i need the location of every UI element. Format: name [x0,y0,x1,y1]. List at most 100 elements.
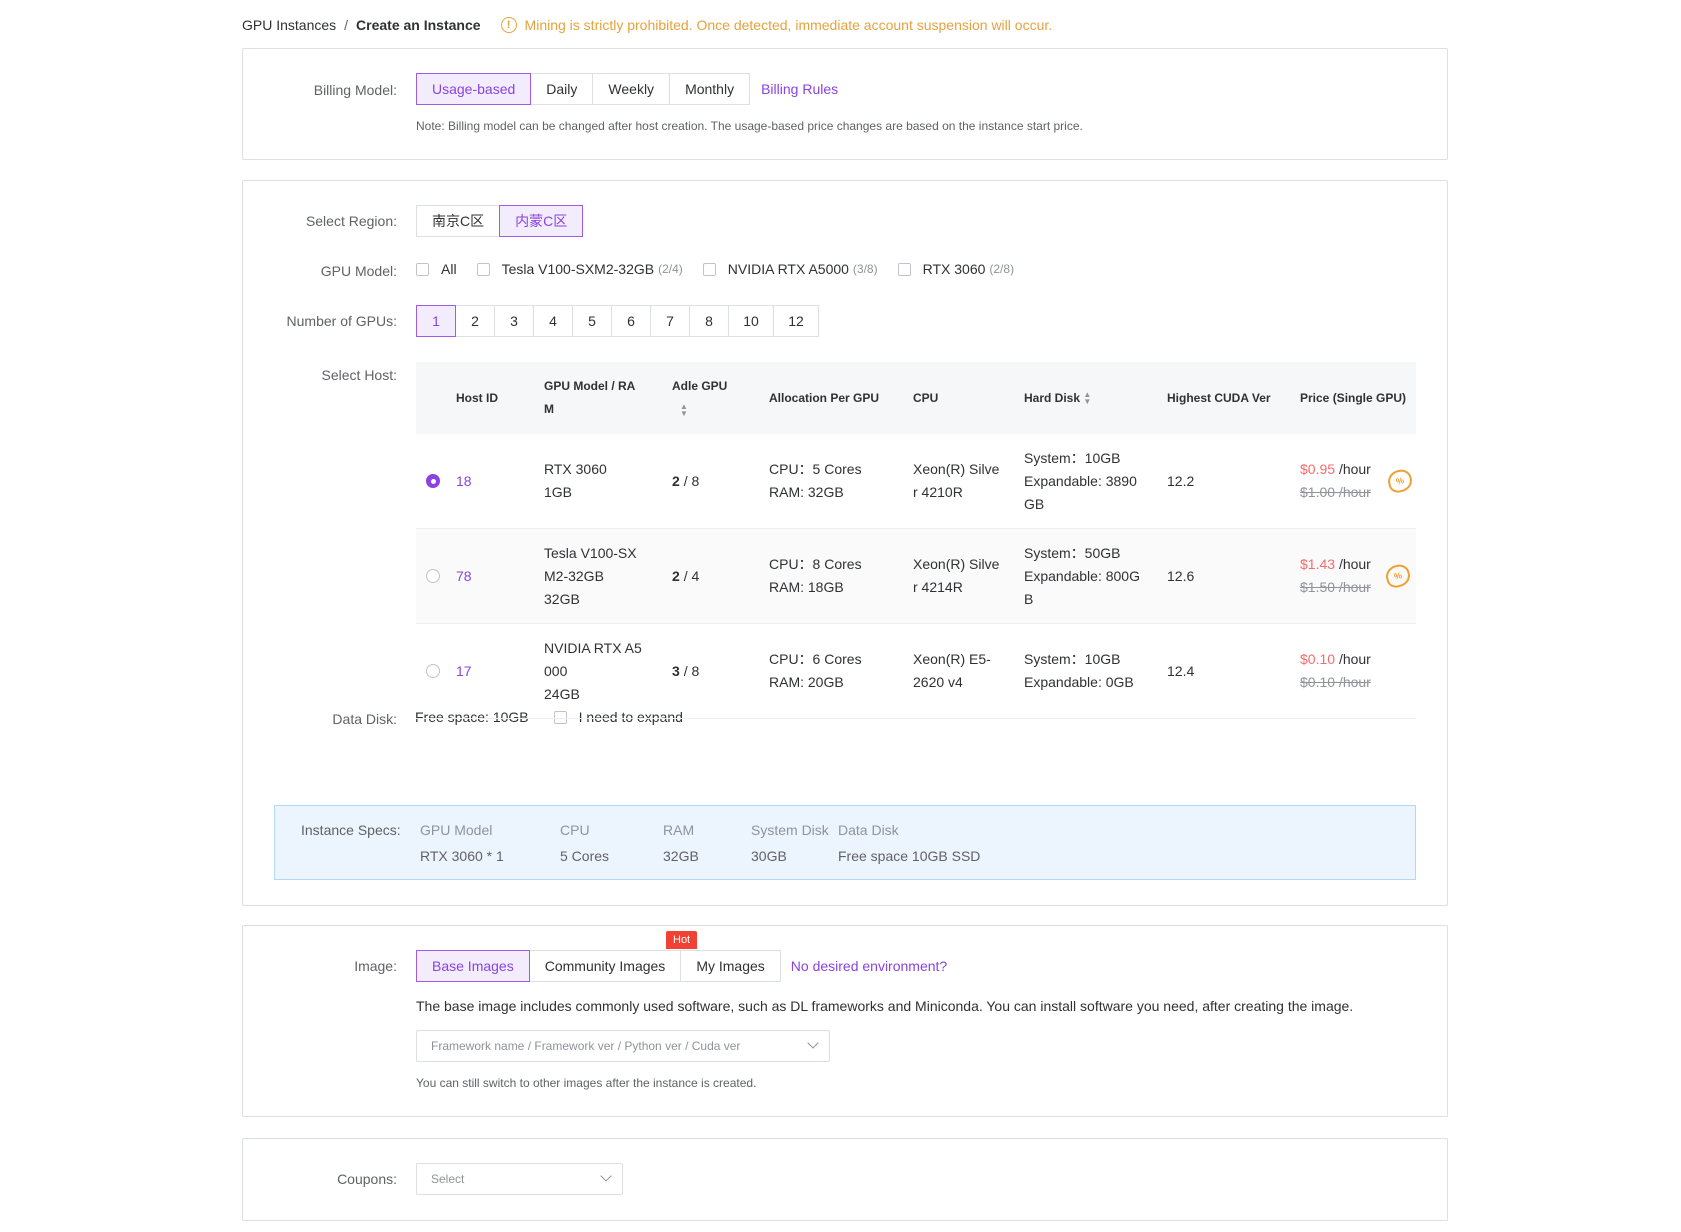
tab-base-images[interactable]: Base Images [416,950,530,982]
cpu: Xeon(R) Silve r 4210R [913,461,1000,500]
cpu: Xeon(R) E5- 2620 v4 [913,651,991,690]
num-gpus-3-button[interactable]: 3 [494,305,534,337]
hard-disk: System：10GB Expandable: 3890 GB [1024,449,1137,512]
col-gpu-model: GPU Model / RA M [544,379,636,416]
col-cpu: CPU [913,390,939,405]
image-card: Image: Base Images Community Images My I… [242,925,1448,1117]
image-tabs: Base Images Community Images My Images [416,950,781,982]
instance-specs-panel: Instance Specs: GPU Model CPU RAM System… [274,805,1416,880]
no-desired-environment-link[interactable]: No desired environment? [791,958,947,974]
table-row[interactable]: 17 NVIDIA RTX A5 000 24GB 3 / 8 CPU：6 Core… [416,624,1416,719]
billing-daily-button[interactable]: Daily [530,73,594,105]
gpu-filter-all[interactable]: All [416,261,457,277]
original-price: $1.50 /hour [1300,579,1371,595]
spec-header-system-disk: System Disk [751,822,829,838]
framework-select[interactable]: Framework name / Framework ver / Python … [416,1030,830,1062]
hot-badge: Hot [666,931,698,949]
host-id[interactable]: 18 [456,434,472,528]
num-gpus-6-button[interactable]: 6 [611,305,651,337]
cuda-version: 12.4 [1167,662,1195,679]
host-id[interactable]: 78 [456,529,472,623]
chevron-down-icon [600,1170,612,1182]
col-cuda: Highest CUDA Ver [1167,390,1271,405]
billing-card: Billing Model: Usage-based Daily Weekly … [242,48,1448,160]
sort-icon[interactable]: ▲ ▼ [680,402,690,417]
region-neimeng-c-button[interactable]: 内蒙C区 [499,205,584,237]
image-label: Image: [354,958,397,974]
checkbox[interactable] [897,262,911,276]
spec-value-system-disk: 30GB [751,848,787,864]
data-disk-label: Data Disk: [332,711,397,727]
num-gpus-1-button[interactable]: 1 [416,305,456,337]
gpu-model: NVIDIA RTX A5 000 24GB [544,639,642,702]
cuda-version: 12.6 [1167,567,1195,584]
billing-monthly-button[interactable]: Monthly [669,73,751,105]
gpu-filter-rtx-3060[interactable]: RTX 3060 (2/8) [897,261,1014,277]
current-price: $0.95 [1300,461,1336,477]
col-idle-gpu[interactable]: Adle GPU ▲ ▼ [672,375,727,421]
host-radio[interactable] [426,474,440,488]
idle-gpu: 2 / 8 [672,472,700,489]
col-allocation: Allocation Per GPU [769,390,880,405]
spec-header-cpu: CPU [560,822,590,838]
current-price: $1.43 [1300,556,1336,572]
num-gpus-7-button[interactable]: 7 [650,305,690,337]
allocation: CPU：6 Cores RAM: 20GB [769,651,862,690]
num-gpus-12-button[interactable]: 12 [773,305,819,337]
host-id[interactable]: 17 [456,624,472,718]
gpu-model-filter: All Tesla V100-SXM2-32GB (2/4) NVIDIA RTX… [416,261,1034,277]
num-gpus-4-button[interactable]: 4 [533,305,573,337]
spec-value-ram: 32GB [663,848,699,864]
gpu-filter-tesla-v100[interactable]: Tesla V100-SXM2-32GB (2/4) [476,261,683,277]
host-radio[interactable] [426,569,440,583]
breadcrumb-parent[interactable]: GPU Instances [242,17,336,33]
sort-icon[interactable]: ▲ ▼ [1083,391,1093,406]
num-gpus-10-button[interactable]: 10 [728,305,774,337]
num-gpus-5-button[interactable]: 5 [572,305,612,337]
spec-header-ram: RAM [663,822,695,838]
spec-header-data-disk: Data Disk [838,822,899,838]
discount-badge-icon: % [1383,562,1413,590]
breadcrumb-current: Create an Instance [356,17,481,33]
num-gpus-selector: 1 2 3 4 5 6 7 8 10 12 [416,305,819,337]
billing-model-selector: Usage-based Daily Weekly Monthly [416,73,751,105]
cpu: Xeon(R) Silve r 4214R [913,556,1000,595]
billing-usage-based-button[interactable]: Usage-based [416,73,532,105]
tab-community-images[interactable]: Community Images [528,950,682,982]
billing-weekly-button[interactable]: Weekly [592,73,671,105]
col-price: Price (Single GPU) [1300,390,1407,405]
col-hard-disk[interactable]: Hard Disk ▲ ▼ [1024,387,1093,410]
hard-disk: System：50GB Expandable: 800G B [1024,544,1140,607]
table-row[interactable]: 18 RTX 3060 1GB 2 / 8 CPU：5 Cores RAM: 32G… [416,434,1416,529]
col-host-id: Host ID [456,390,498,405]
tab-my-images[interactable]: My Images [680,950,781,982]
region-nanjing-c-button[interactable]: 南京C区 [416,205,501,237]
spec-value-data-disk: Free space 10GB SSD [838,848,981,864]
checkbox[interactable] [476,262,490,276]
original-price: $1.00 /hour [1300,484,1371,500]
gpu-filter-rtx-a5000[interactable]: NVIDIA RTX A5000 (3/8) [702,261,878,277]
billing-label: Billing Model: [313,82,397,98]
num-gpus-2-button[interactable]: 2 [455,305,495,337]
region-label: Select Region: [305,213,397,229]
chevron-down-icon [807,1037,819,1049]
allocation: CPU：5 Cores RAM: 32GB [769,461,862,500]
checkbox[interactable] [702,262,716,276]
discount-badge-icon: % [1385,467,1415,495]
idle-gpu: 3 / 8 [672,662,700,679]
coupons-label: Coupons: [337,1171,397,1187]
cuda-version: 12.2 [1167,472,1195,489]
num-gpus-8-button[interactable]: 8 [689,305,729,337]
spec-header-gpu-model: GPU Model [420,822,493,838]
billing-rules-link[interactable]: Billing Rules [761,81,838,97]
image-switch-hint: You can still switch to other images aft… [416,1076,757,1090]
gpu-model: RTX 3060 1GB [544,461,607,500]
allocation: CPU：8 Cores RAM: 18GB [769,556,862,595]
checkbox[interactable] [416,262,429,276]
host-table-header: Host ID GPU Model / RA M Adle GPU ▲ ▼ Alloc… [416,362,1416,434]
select-host-label: Select Host: [321,367,397,383]
current-price: $0.10 [1300,651,1336,667]
table-row[interactable]: 78 Tesla V100-SX M2-32GB 32GB 2 / 4 CPU：8 … [416,529,1416,624]
coupons-select[interactable]: Select [416,1163,623,1195]
host-radio[interactable] [426,664,440,678]
